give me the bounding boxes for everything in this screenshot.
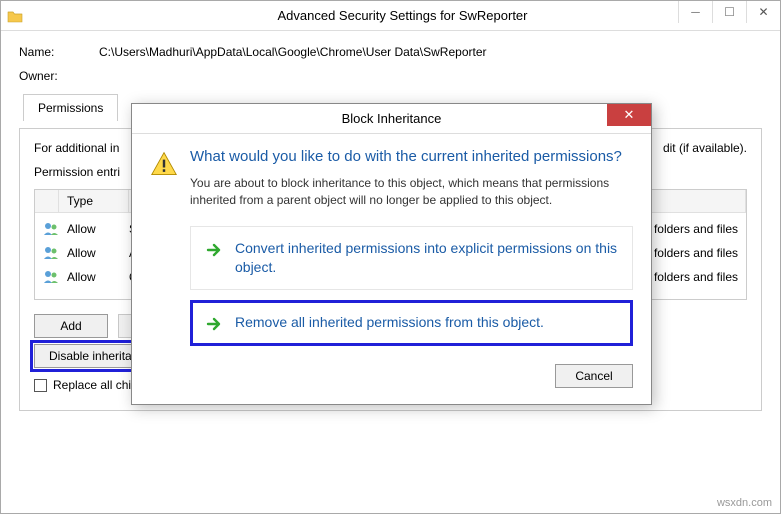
- window-controls: ─ ☐ ✕: [678, 1, 780, 23]
- dialog-title-bar: Block Inheritance ✕: [132, 104, 651, 134]
- users-icon: [43, 245, 59, 261]
- warning-icon: [150, 150, 178, 178]
- dialog-close-button[interactable]: ✕: [607, 104, 651, 126]
- name-label: Name:: [19, 45, 99, 59]
- arrow-right-icon: [205, 315, 223, 333]
- users-icon: [43, 269, 59, 285]
- cell-type: Allow: [59, 268, 121, 286]
- users-icon: [43, 221, 59, 237]
- dialog-title: Block Inheritance: [342, 111, 442, 126]
- cell-type: Allow: [59, 244, 121, 262]
- col-type[interactable]: Type: [59, 190, 129, 212]
- name-row: Name: C:\Users\Madhuri\AppData\Local\Goo…: [19, 45, 762, 59]
- window-title: Advanced Security Settings for SwReporte…: [31, 8, 774, 23]
- owner-row: Owner:: [19, 69, 762, 83]
- option-remove[interactable]: Remove all inherited permissions from th…: [190, 300, 633, 346]
- option-convert-text: Convert inherited permissions into expli…: [235, 239, 618, 277]
- option-remove-text: Remove all inherited permissions from th…: [235, 313, 544, 332]
- dialog-footer: Cancel: [190, 356, 633, 388]
- arrow-right-icon: [205, 241, 223, 259]
- minimize-button[interactable]: ─: [678, 1, 712, 23]
- watermark: wsxdn.com: [717, 497, 772, 509]
- close-button[interactable]: ✕: [746, 1, 780, 23]
- maximize-button[interactable]: ☐: [712, 1, 746, 23]
- hint-text-1: For additional in: [34, 141, 119, 155]
- block-inheritance-dialog: Block Inheritance ✕ What would you like …: [131, 103, 652, 405]
- add-button[interactable]: Add: [34, 314, 108, 338]
- dialog-description: You are about to block inheritance to th…: [190, 175, 633, 210]
- replace-all-checkbox[interactable]: [34, 379, 47, 392]
- folder-icon: [7, 9, 23, 23]
- advanced-security-window: Advanced Security Settings for SwReporte…: [0, 0, 781, 514]
- cell-type: Allow: [59, 220, 121, 238]
- cancel-button[interactable]: Cancel: [555, 364, 633, 388]
- hint-text-2: Permission entri: [34, 165, 120, 179]
- tab-permissions[interactable]: Permissions: [23, 94, 118, 121]
- option-convert[interactable]: Convert inherited permissions into expli…: [190, 226, 633, 290]
- owner-label: Owner:: [19, 69, 99, 83]
- hint-text-1-trail: dit (if available).: [663, 141, 747, 155]
- name-value: C:\Users\Madhuri\AppData\Local\Google\Ch…: [99, 45, 487, 59]
- dialog-heading: What would you like to do with the curre…: [190, 148, 633, 165]
- title-bar: Advanced Security Settings for SwReporte…: [1, 1, 780, 31]
- dialog-body: What would you like to do with the curre…: [132, 134, 651, 404]
